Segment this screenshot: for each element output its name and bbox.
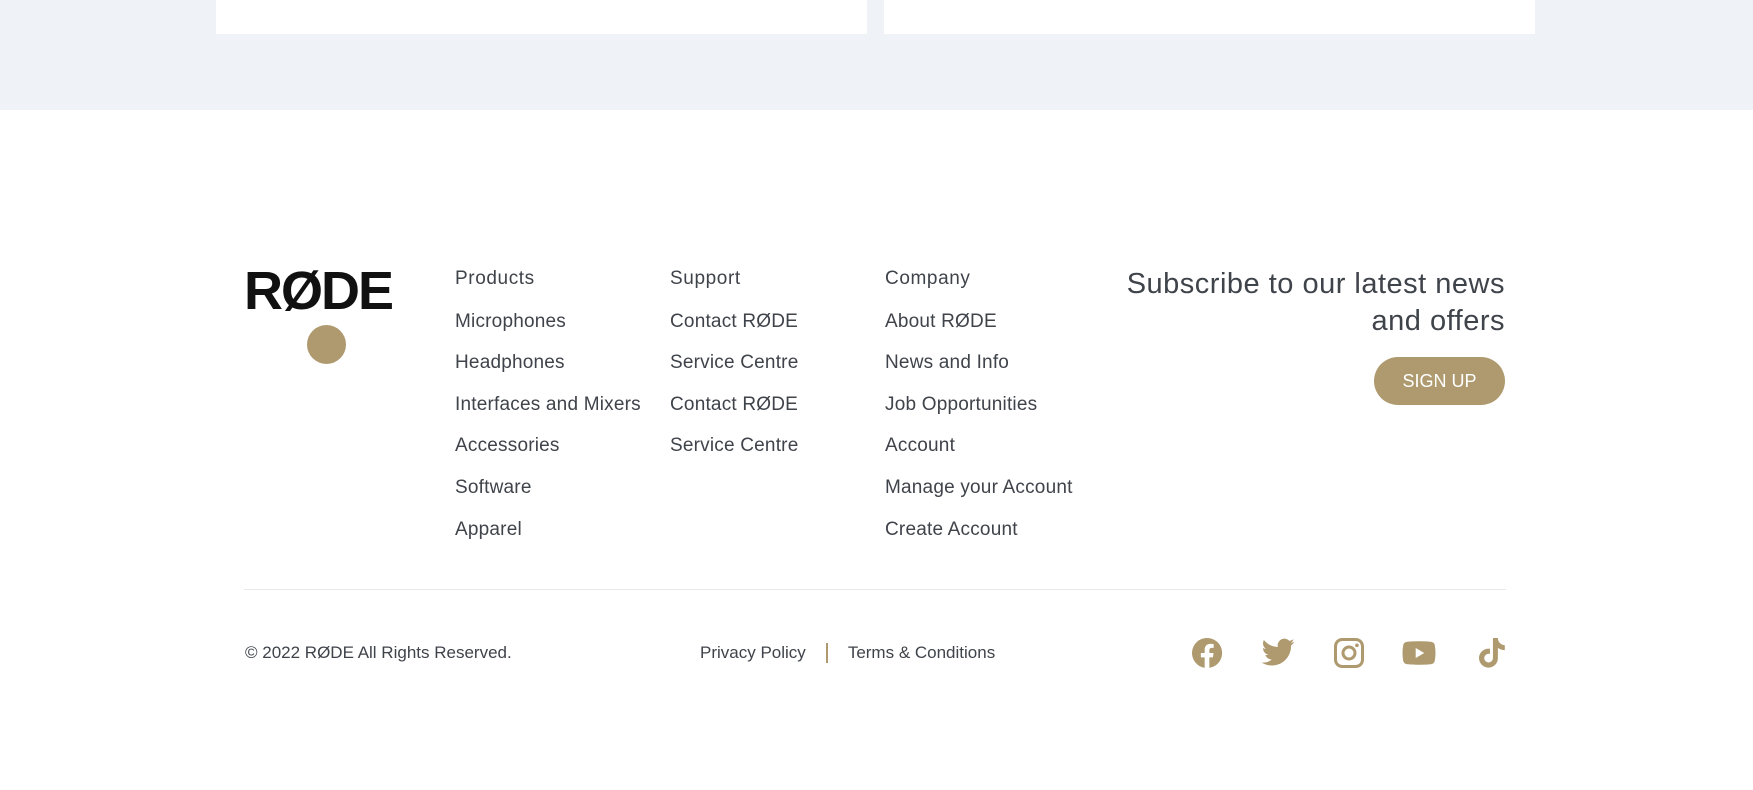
content-card [884,0,1535,34]
terms-conditions-link[interactable]: Terms & Conditions [848,643,995,663]
footer-column-products: Products Microphones Headphones Interfac… [455,267,641,550]
footer-column-support: Support Contact RØDE Service Centre Cont… [670,267,798,467]
footer-link-news-info[interactable]: News and Info [885,342,1073,384]
column-title-support[interactable]: Support [670,267,798,291]
legal-separator [825,643,828,663]
footer-link-headphones[interactable]: Headphones [455,342,641,384]
sign-up-button[interactable]: SIGN UP [1374,357,1505,405]
tiktok-icon[interactable] [1472,634,1510,672]
legal-links: Privacy Policy Terms & Conditions [700,643,995,663]
footer-link-microphones[interactable]: Microphones [455,301,641,343]
footer-link-service-centre[interactable]: Service Centre [670,425,798,467]
content-band [0,0,1753,110]
subscribe-section: Subscribe to our latest news and offers … [1085,266,1505,405]
footer-link-account[interactable]: Account [885,425,1073,467]
footer-link-software[interactable]: Software [455,467,641,509]
footer-link-contact[interactable]: Contact RØDE [670,301,798,343]
footer-link-accessories[interactable]: Accessories [455,425,641,467]
logo-wordmark: RØDE [244,261,394,321]
footer-link-contact[interactable]: Contact RØDE [670,384,798,426]
facebook-icon[interactable] [1188,634,1226,672]
rode-logo[interactable]: RØDE [244,264,410,364]
footer-link-job-opportunities[interactable]: Job Opportunities [885,384,1073,426]
content-card [216,0,867,34]
footer-link-interfaces-mixers[interactable]: Interfaces and Mixers [455,384,641,426]
footer-column-company: Company About RØDE News and Info Job Opp… [885,267,1073,550]
instagram-icon[interactable] [1330,634,1368,672]
footer-divider [244,589,1506,590]
privacy-policy-link[interactable]: Privacy Policy [700,643,806,663]
twitter-icon[interactable] [1259,634,1297,672]
column-title-company[interactable]: Company [885,267,1073,291]
youtube-icon[interactable] [1400,634,1438,672]
footer-link-apparel[interactable]: Apparel [455,509,641,551]
footer-link-manage-account[interactable]: Manage your Account [885,467,1073,509]
footer-link-create-account[interactable]: Create Account [885,509,1073,551]
copyright-text: © 2022 RØDE All Rights Reserved. [245,643,512,662]
column-title-products[interactable]: Products [455,267,641,291]
footer-link-about[interactable]: About RØDE [885,301,1073,343]
logo-dot [307,325,346,364]
subscribe-heading: Subscribe to our latest news and offers [1126,268,1505,337]
footer-link-service-centre[interactable]: Service Centre [670,342,798,384]
